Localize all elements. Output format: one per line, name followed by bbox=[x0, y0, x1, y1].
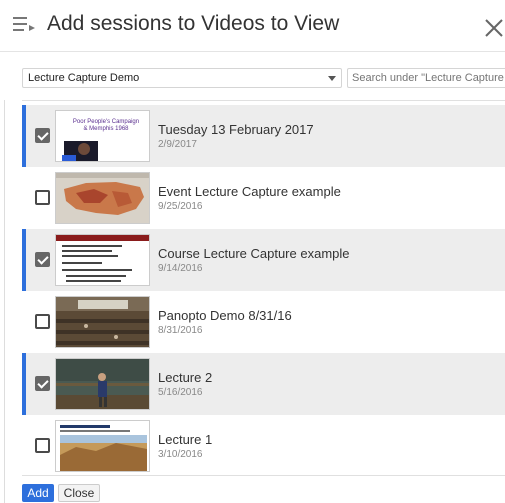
session-list: Poor People's Campaign & Memphis 1968 Tu… bbox=[22, 100, 505, 476]
session-date: 2/9/2017 bbox=[158, 139, 197, 150]
session-checkbox[interactable] bbox=[35, 252, 50, 267]
close-icon[interactable] bbox=[484, 18, 504, 38]
session-row[interactable]: Lecture 2 5/16/2016 bbox=[22, 353, 505, 415]
session-title: Tuesday 13 February 2017 bbox=[158, 122, 314, 137]
chevron-down-icon bbox=[328, 76, 336, 81]
add-button[interactable]: Add bbox=[22, 484, 54, 502]
selection-accent bbox=[22, 105, 26, 167]
session-title: Event Lecture Capture example bbox=[158, 184, 341, 199]
session-row[interactable]: Poor People's Campaign & Memphis 1968 Tu… bbox=[22, 105, 505, 167]
session-title: Course Lecture Capture example bbox=[158, 246, 350, 261]
divider bbox=[4, 100, 5, 503]
dialog-title: Add sessions to Videos to View bbox=[47, 12, 340, 35]
session-checkbox[interactable] bbox=[35, 190, 50, 205]
session-date: 9/14/2016 bbox=[158, 263, 203, 274]
list-add-icon bbox=[13, 17, 35, 31]
session-checkbox[interactable] bbox=[35, 438, 50, 453]
session-thumbnail bbox=[55, 234, 150, 286]
svg-text:& Memphis 1968: & Memphis 1968 bbox=[83, 126, 129, 132]
session-date: 5/16/2016 bbox=[158, 387, 203, 398]
session-checkbox[interactable] bbox=[35, 376, 50, 391]
selection-accent bbox=[22, 229, 26, 291]
session-row[interactable]: Course Lecture Capture example 9/14/2016 bbox=[22, 229, 505, 291]
session-row[interactable]: Lecture 1 3/10/2016 bbox=[22, 415, 505, 477]
session-thumbnail: Poor People's Campaign & Memphis 1968 bbox=[55, 110, 150, 162]
session-checkbox[interactable] bbox=[35, 314, 50, 329]
close-button[interactable]: Close bbox=[58, 484, 100, 502]
session-date: 8/31/2016 bbox=[158, 325, 203, 336]
session-date: 3/10/2016 bbox=[158, 449, 203, 460]
session-row[interactable]: Panopto Demo 8/31/16 8/31/2016 bbox=[22, 291, 505, 353]
selection-accent bbox=[22, 353, 26, 415]
session-title: Panopto Demo 8/31/16 bbox=[158, 308, 292, 323]
folder-dropdown[interactable]: Lecture Capture Demo bbox=[22, 68, 342, 88]
session-date: 9/25/2016 bbox=[158, 201, 203, 212]
svg-text:Poor People's Campaign: Poor People's Campaign bbox=[73, 119, 139, 125]
session-thumbnail bbox=[55, 358, 150, 410]
session-row[interactable]: Event Lecture Capture example 9/25/2016 bbox=[22, 167, 505, 229]
session-thumbnail bbox=[55, 420, 150, 472]
session-thumbnail bbox=[55, 296, 150, 348]
folder-dropdown-value: Lecture Capture Demo bbox=[28, 72, 140, 84]
session-checkbox[interactable] bbox=[35, 128, 50, 143]
filter-bar: Lecture Capture Demo bbox=[22, 68, 505, 88]
session-title: Lecture 1 bbox=[158, 432, 213, 447]
dialog-header: Add sessions to Videos to View bbox=[0, 0, 505, 52]
session-thumbnail bbox=[55, 172, 150, 224]
search-input[interactable] bbox=[347, 68, 505, 88]
dialog-footer: Add Close bbox=[0, 484, 505, 503]
session-title: Lecture 2 bbox=[158, 370, 213, 385]
